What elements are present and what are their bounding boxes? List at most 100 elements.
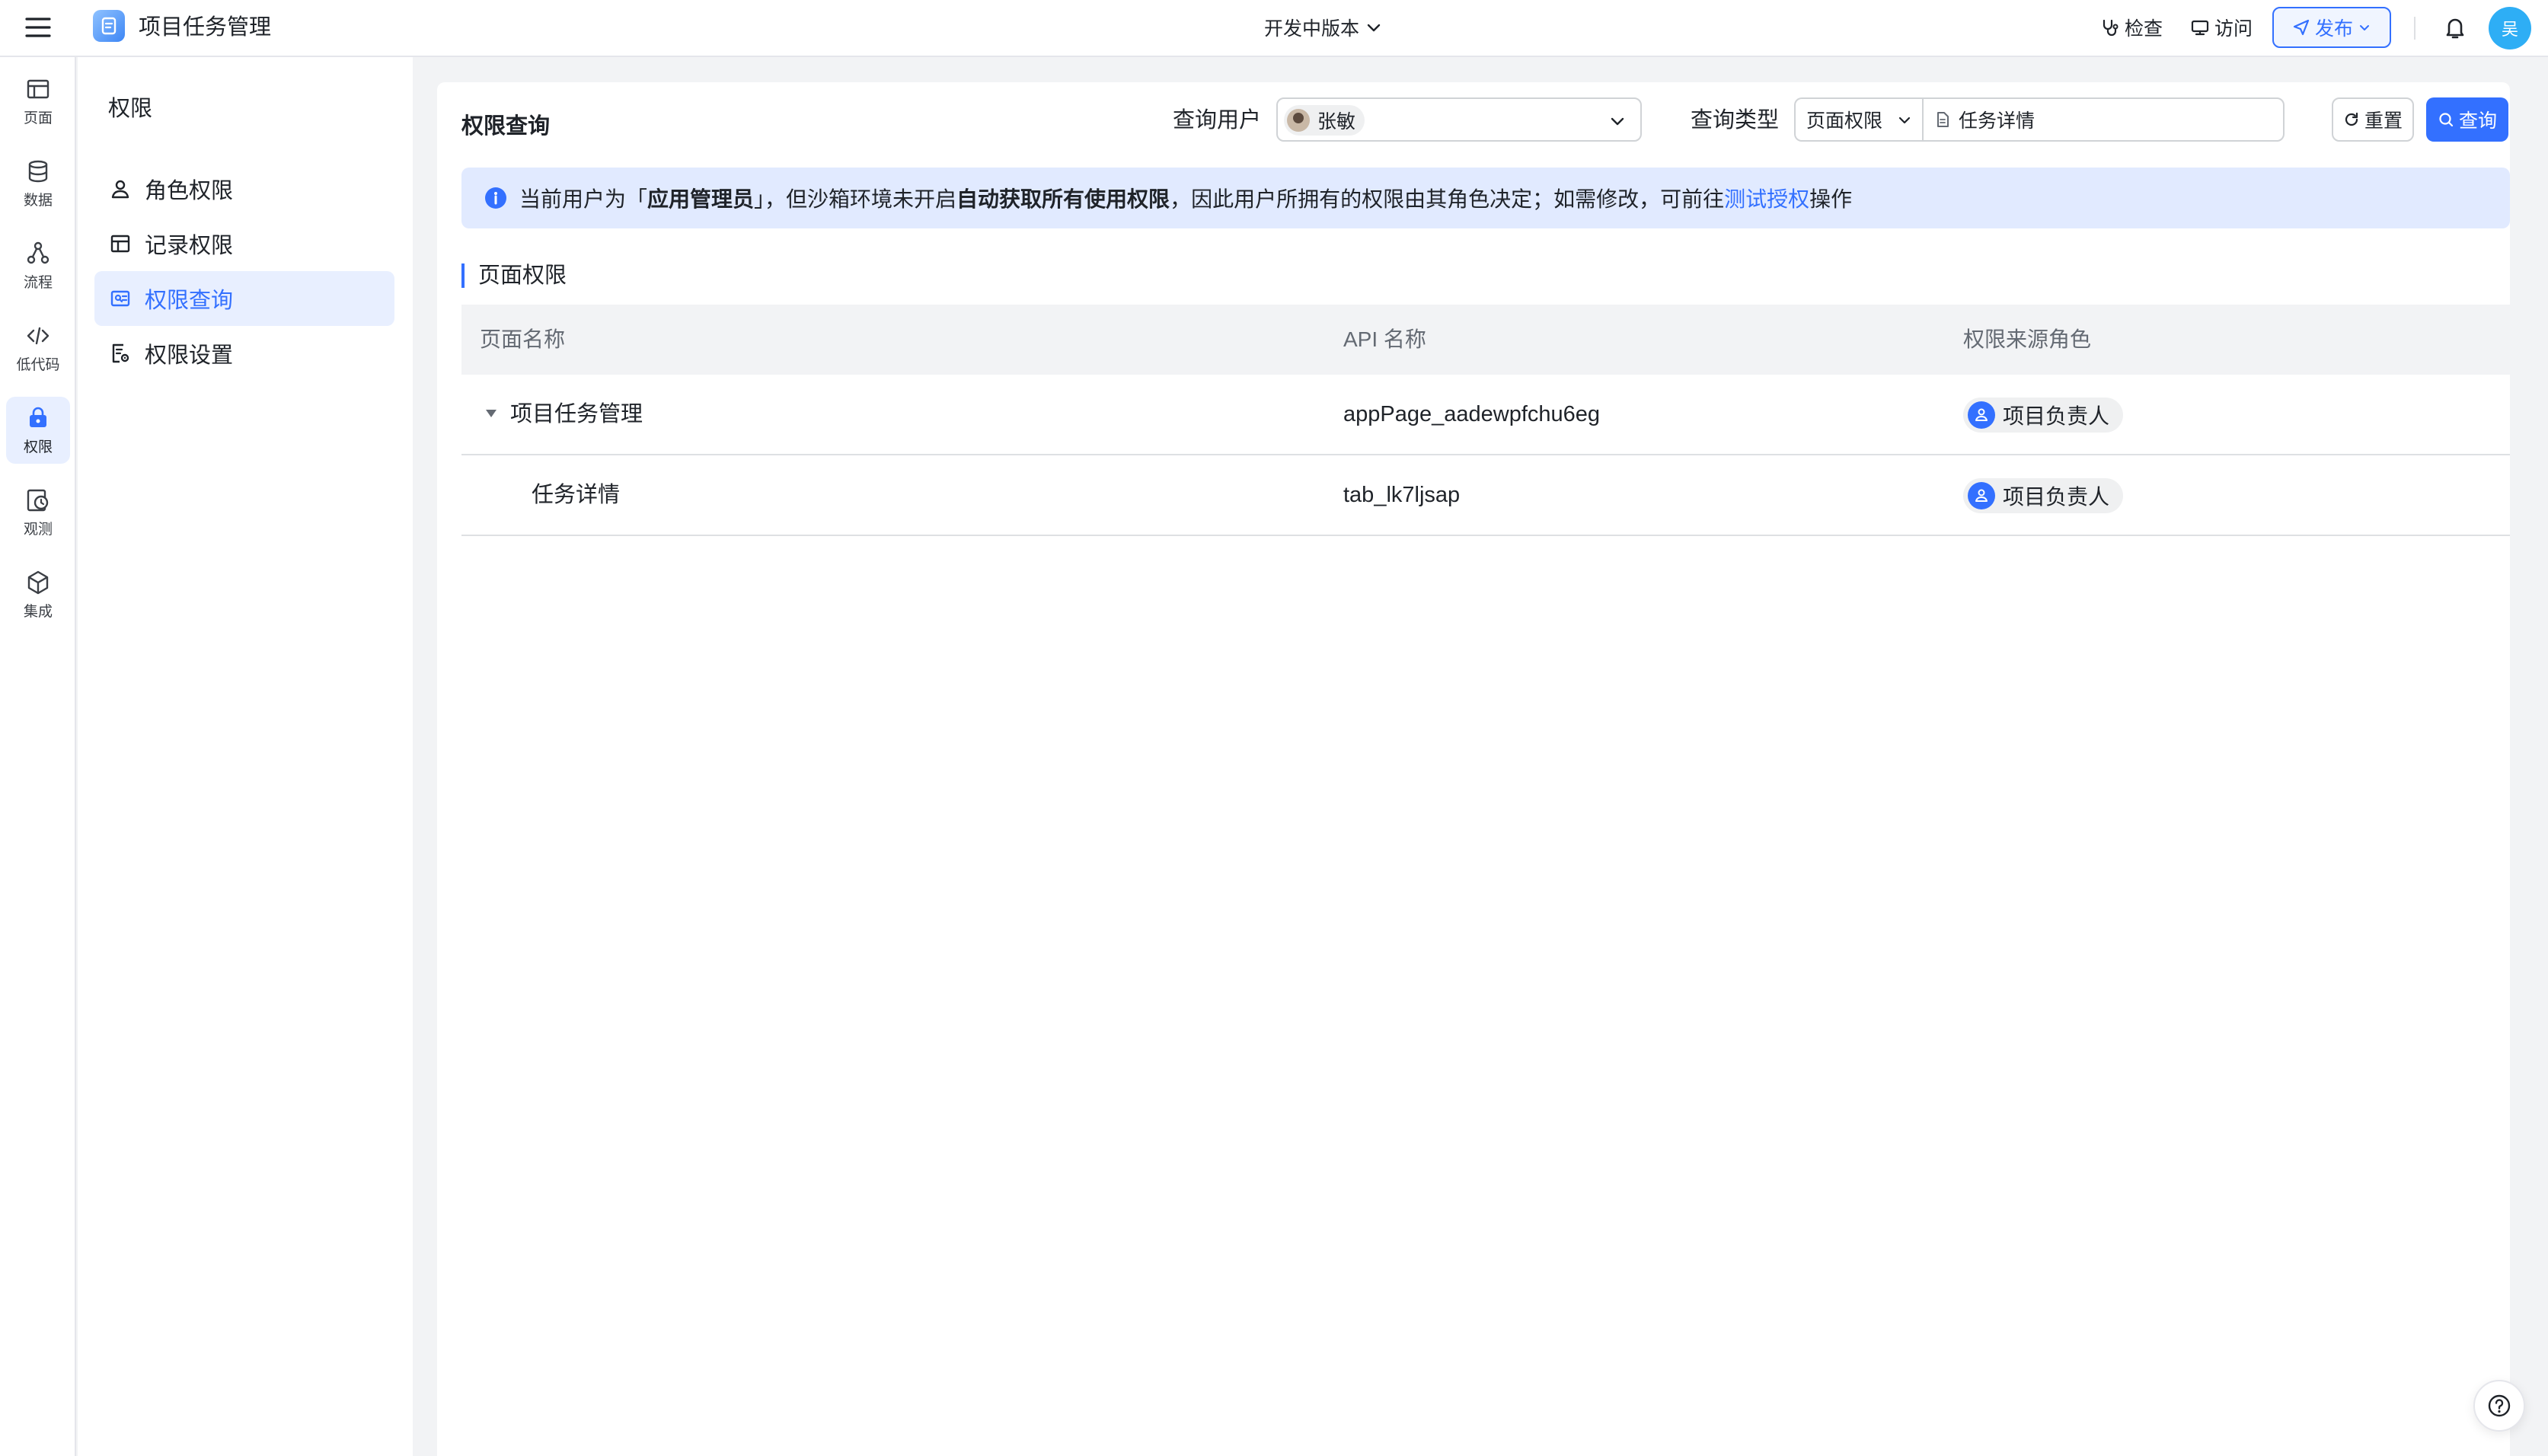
page-icon xyxy=(27,79,49,98)
top-bar: 项目任务管理 开发中版本 检查 访问 发布 吴 xyxy=(0,0,2548,57)
info-icon xyxy=(485,187,506,209)
page-permission-table: 页面名称 API 名称 权限来源角色 项目任务管理 appPage_aadewp… xyxy=(461,305,2510,536)
subnav-item-permission-query[interactable]: 权限查询 xyxy=(94,271,394,326)
chevron-down-icon xyxy=(1898,117,1911,124)
secondary-nav: 权限 角色权限 记录权限 权限查询 权限设置 xyxy=(78,57,413,1456)
rail-label: 低代码 xyxy=(16,356,60,373)
rail-label: 流程 xyxy=(23,274,53,291)
page-name: 任务详情 xyxy=(532,483,621,507)
visit-button[interactable]: 访问 xyxy=(2190,11,2253,44)
version-dropdown[interactable]: 开发中版本 xyxy=(1264,11,1382,44)
user-avatar[interactable]: 吴 xyxy=(2489,7,2531,49)
table-header: 页面名称 API 名称 权限来源角色 xyxy=(461,305,2510,375)
help-button[interactable] xyxy=(2473,1380,2525,1432)
notice-text-4: 操作 xyxy=(1809,187,1853,211)
query-type-value: 页面权限 xyxy=(1806,110,1883,132)
observe-icon xyxy=(27,489,49,511)
search-icon xyxy=(2439,113,2454,127)
column-header-source-role: 权限来源角色 xyxy=(1963,327,2092,351)
lock-icon xyxy=(30,407,46,427)
notice-role: 应用管理员 xyxy=(647,187,755,211)
code-icon xyxy=(27,327,49,344)
user-field-label: 查询用户 xyxy=(1173,108,1262,133)
rail-label: 集成 xyxy=(23,603,53,620)
subnav-label: 权限设置 xyxy=(145,343,234,368)
selected-user-chip: 张敏 xyxy=(1284,105,1365,136)
rail-item-page[interactable]: 页面 xyxy=(6,68,70,135)
role-icon xyxy=(1968,401,1995,429)
stethoscope-icon xyxy=(2103,19,2119,37)
settings-doc-icon xyxy=(112,343,129,363)
flow-icon xyxy=(27,241,49,263)
page-name: 项目任务管理 xyxy=(510,402,643,426)
refresh-icon xyxy=(2345,112,2358,126)
permission-query-panel: 权限查询 查询用户 张敏 查询类型 页面权限 任务详情 重置 查询 当前用户为「… xyxy=(437,82,2510,1456)
chevron-down-icon xyxy=(1611,117,1624,126)
rail-item-permission[interactable]: 权限 xyxy=(6,397,70,464)
rail-label: 页面 xyxy=(23,110,53,126)
rail-item-data[interactable]: 数据 xyxy=(6,150,70,217)
rail-label: 观测 xyxy=(23,521,53,538)
user-select[interactable]: 张敏 xyxy=(1276,97,1642,142)
info-notice: 当前用户为「 应用管理员 」，但沙箱环境未开启 自动获取所有使用权限 ，因此用户所拥有的… xyxy=(461,168,2510,228)
monitor-icon xyxy=(2191,20,2209,36)
type-field-label: 查询类型 xyxy=(1691,108,1780,133)
reset-label: 重置 xyxy=(2364,110,2403,132)
rail-label: 数据 xyxy=(23,192,53,209)
query-icon xyxy=(110,290,130,307)
notice-text-1: 当前用户为「 xyxy=(519,187,648,211)
primary-nav: 页面 数据 流程 低代码 权限 观测 集成 xyxy=(0,57,76,1456)
user-chip-avatar xyxy=(1287,109,1310,132)
subnav-label: 角色权限 xyxy=(145,179,234,203)
test-auth-link[interactable]: 测试授权 xyxy=(1724,183,1809,213)
role-name: 项目负责人 xyxy=(2003,485,2110,509)
menu-icon[interactable] xyxy=(23,12,53,43)
publish-button[interactable]: 发布 xyxy=(2272,7,2391,48)
cube-icon xyxy=(27,570,49,594)
subnav-item-role-permission[interactable]: 角色权限 xyxy=(94,161,394,216)
table-row: 任务详情 tab_lk7ljsap 项目负责人 xyxy=(461,455,2510,536)
role-name: 项目负责人 xyxy=(2003,404,2110,428)
subnav-label: 权限查询 xyxy=(145,289,234,313)
check-button[interactable]: 检查 xyxy=(2100,11,2163,44)
app-logo xyxy=(93,10,125,42)
chevron-down-icon xyxy=(2360,25,2369,30)
table-row: 项目任务管理 appPage_aadewpfchu6eg 项目负责人 xyxy=(461,375,2510,455)
rail-item-flow[interactable]: 流程 xyxy=(6,232,70,299)
rail-item-lowcode[interactable]: 低代码 xyxy=(6,315,70,382)
rail-item-observe[interactable]: 观测 xyxy=(6,479,70,546)
query-label: 查询 xyxy=(2458,110,2497,132)
column-header-page-name: 页面名称 xyxy=(480,327,566,351)
query-type-select[interactable]: 页面权限 xyxy=(1794,97,1922,142)
api-name: tab_lk7ljsap xyxy=(1343,483,1461,507)
page-select[interactable]: 任务详情 xyxy=(1922,97,2285,142)
visit-label: 访问 xyxy=(2214,18,2253,40)
notice-text-2: 」，但沙箱环境未开启 xyxy=(754,187,957,211)
chevron-down-icon xyxy=(1367,24,1381,32)
document-icon xyxy=(1937,112,1949,127)
page-select-value: 任务详情 xyxy=(1959,110,2036,132)
database-icon xyxy=(28,160,48,182)
api-name: appPage_aadewpfchu6eg xyxy=(1343,402,1601,426)
query-button[interactable]: 查询 xyxy=(2426,97,2508,142)
version-label: 开发中版本 xyxy=(1264,18,1360,40)
notice-text-3: ，因此用户所拥有的权限由其角色决定；如需修改，可前往 xyxy=(1170,187,1725,211)
question-icon xyxy=(2488,1394,2511,1417)
rail-item-integration[interactable]: 集成 xyxy=(6,561,70,628)
reset-button[interactable]: 重置 xyxy=(2332,97,2414,142)
notice-feature: 自动获取所有使用权限 xyxy=(956,187,1170,211)
role-icon xyxy=(1968,482,1995,509)
rail-label: 权限 xyxy=(23,439,53,455)
caret-down-icon[interactable] xyxy=(484,408,498,419)
subnav-label: 记录权限 xyxy=(145,234,234,258)
bell-icon[interactable] xyxy=(2440,12,2470,43)
role-tag: 项目负责人 xyxy=(1963,478,2124,513)
app-title: 项目任务管理 xyxy=(139,15,272,40)
column-header-api-name: API 名称 xyxy=(1343,327,1426,351)
subnav-item-record-permission[interactable]: 记录权限 xyxy=(94,216,394,271)
subnav-title: 权限 xyxy=(108,97,153,121)
section-title: 页面权限 xyxy=(461,263,567,288)
selected-user-name: 张敏 xyxy=(1317,111,1356,133)
send-icon xyxy=(2293,19,2310,36)
subnav-item-permission-settings[interactable]: 权限设置 xyxy=(94,326,394,381)
